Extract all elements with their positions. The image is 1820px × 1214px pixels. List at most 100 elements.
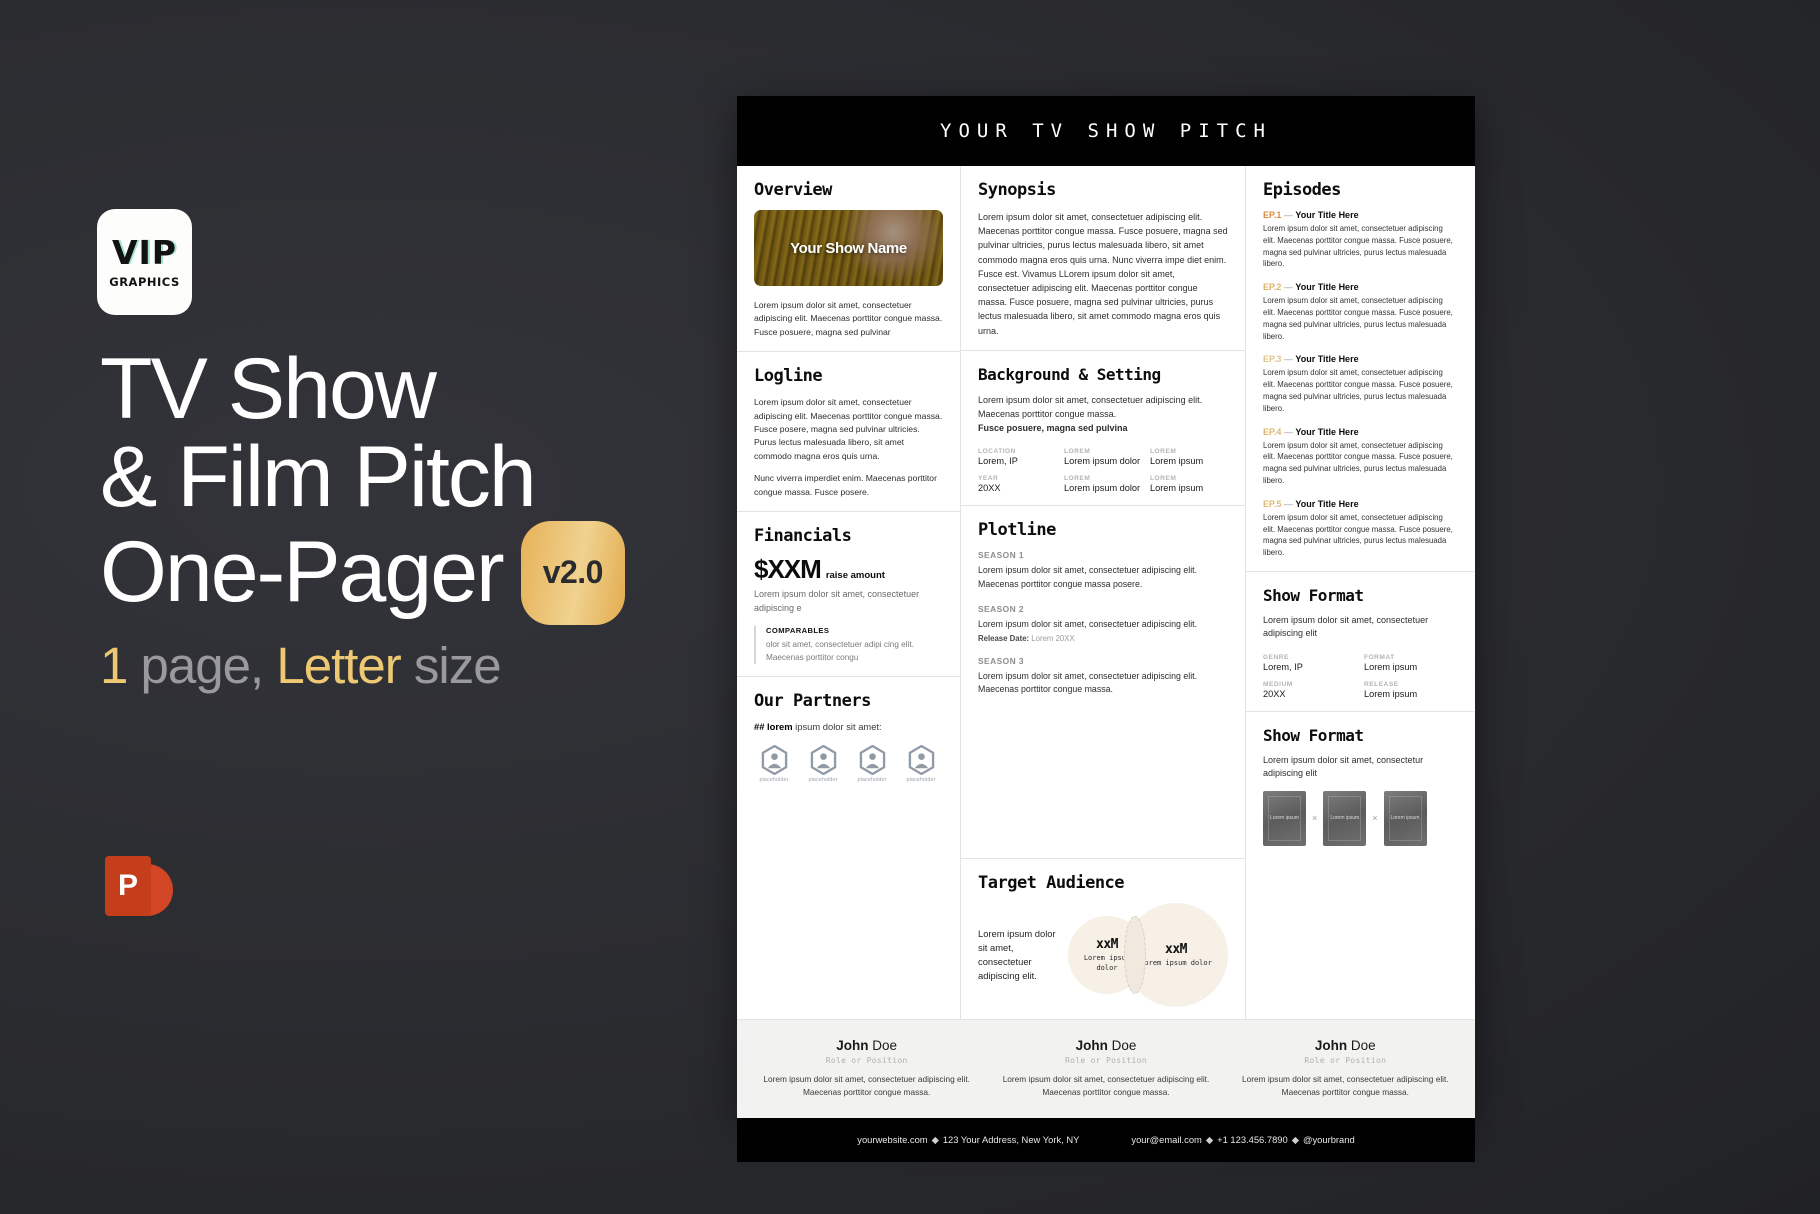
hexagon-placeholder-icon [810,745,836,776]
comparables-label: COMPARABLES [766,626,830,636]
team-member-name: John Doe [759,1038,974,1053]
season-release-label: Release Date: [978,633,1030,643]
contact-handle[interactable]: @yourbrand [1303,1134,1355,1145]
team-member-bio: Lorem ipsum dolor sit amet, consectetuer… [1242,1074,1449,1097]
document-header: YOUR TV SHOW PITCH [737,96,1475,166]
partners-heading: Our Partners [754,691,871,712]
diamond-separator-icon: ◆ [1291,1134,1299,1145]
panel-overview: Overview Your Show Name Lorem ipsum dolo… [737,166,960,351]
overview-heading: Overview [754,180,832,200]
episode-title: Your Title Here [1295,426,1359,437]
episode-title: Your Title Here [1295,498,1359,509]
episode-head: EP.2 — Your Title Here [1263,282,1457,292]
meta-item: FORMAT Lorem ipsum [1364,654,1457,672]
meta-item: YEAR 20XX [978,475,1056,493]
episode-title: Your Title Here [1295,354,1359,365]
financials-amount-note: raise amount [825,570,885,582]
logo-vip-text: VIP [111,232,177,272]
partner-item: placeholder [803,745,843,783]
poster-row: Lorem ipsum × Lorem ipsum × Lorem ipsum [1263,790,1457,846]
show-format-1-body: Lorem ipsum dolor sit amet, consectetuer… [1263,614,1429,639]
meta-key: YEAR [978,475,999,483]
show-format-1-heading: Show Format [1263,585,1364,605]
partners-subline-bold: ## lorem [754,721,793,733]
contact-email[interactable]: your@email.com [1131,1134,1201,1145]
meta-item: MEDIUM 20XX [1263,681,1356,699]
logo-graphics-text: GRAPHICS [109,274,180,289]
show-name-label: Your Show Name [790,239,907,257]
team-last-name: Doe [1347,1038,1376,1053]
season-text: Lorem ipsum dolor sit amet, consectetuer… [978,619,1198,630]
meta-item: LOREM Lorem ipsum [1150,448,1228,466]
meta-value: Lorem ipsum [1364,661,1418,672]
diamond-separator-icon: ◆ [1205,1134,1214,1145]
poster-thumbnail: Lorem ipsum [1263,790,1306,846]
promo-title: TV Show & Film Pitch One-Pager v2.0 [100,345,740,625]
meta-item: LOREM Lorem ipsum dolor [1064,475,1142,493]
background-body: Lorem ipsum dolor sit amet, consectetuer… [978,394,1203,420]
team-member-name: John Doe [998,1038,1213,1053]
meta-key: LOREM [1150,448,1177,456]
season-label: SEASON 1 [978,550,1024,561]
season-release-value: Lorem 20XX [1029,633,1075,643]
comparables-text: olor sit amet, consectetuer adipi cing e… [766,640,914,662]
venn-left-value: xxM [1096,937,1118,952]
team-member-role: Role or Position [1304,1056,1387,1065]
team-last-name: Doe [1107,1038,1137,1053]
hexagon-placeholder-icon [908,745,934,776]
logline-paragraph-2: Nunc viverra imperdiet enim. Maecenas po… [754,473,937,497]
poster-thumbnail: Lorem ipsum [1383,790,1427,846]
synopsis-body: Lorem ipsum dolor sit amet, consectetuer… [978,212,1228,336]
contact-bar: yourwebsite.com ◆ 123 Your Address, New Yo… [737,1118,1475,1162]
season-block: SEASON 2 Lorem ipsum dolor sit amet, con… [978,604,1228,642]
episode-dash: — [1283,282,1293,293]
episode-dash: — [1283,210,1293,220]
venn-right-value: xxM [1165,941,1187,957]
target-audience-content: Lorem ipsum dolor sit amet, consectetuer… [978,903,1228,1007]
episode-number: EP.5 [1263,498,1282,509]
show-format-2-heading: Show Format [1263,725,1364,745]
column-middle: Synopsis Lorem ipsum dolor sit amet, con… [961,166,1246,1019]
meta-key: LOREM [1064,475,1091,483]
diamond-separator-icon: ◆ [931,1134,939,1145]
contact-website[interactable]: yourwebsite.com [857,1134,927,1145]
team-footer: John Doe Role or Position Lorem ipsum do… [737,1019,1475,1118]
show-format-2-body: Lorem ipsum dolor sit amet, consectetur … [1263,754,1424,779]
poster-mark: Lorem ipsum [1330,815,1360,822]
logline-heading: Logline [754,366,823,387]
team-last-name: Doe [868,1038,898,1053]
season-text: Lorem ipsum dolor sit amet, consectetuer… [978,670,1198,695]
episode-head: EP.1 — Your Title Here [1263,210,1457,220]
show-format-1-meta-grid: GENRE Lorem, IP FORMAT Lorem ipsum MEDIU… [1263,654,1457,699]
version-badge: v2.0 [520,521,625,625]
season-release-date: Release Date: Lorem 20XX [978,634,1228,643]
panel-show-format-1: Show Format Lorem ipsum dolor sit amet, … [1246,570,1474,711]
meta-item: RELEASE Lorem ipsum [1364,681,1457,699]
meta-key: LOREM [1150,475,1177,483]
contact-left: yourwebsite.com ◆ 123 Your Address, New Yo… [857,1134,1079,1146]
team-first-name: John [1075,1038,1108,1053]
meta-item: LOCATION Lorem, IP [978,448,1056,466]
promo-sub-count: 1 [100,637,128,694]
meta-key: LOCATION [978,448,1016,456]
promo-title-line3: One-Pager [100,524,505,620]
partner-item: placeholder [852,745,892,783]
panel-synopsis: Synopsis Lorem ipsum dolor sit amet, con… [961,166,1245,350]
episode-text: Lorem ipsum dolor sit amet, consectetuer… [1263,440,1453,485]
poster-separator: × [1312,813,1318,824]
team-member-role: Role or Position [1065,1056,1147,1065]
meta-value: Lorem ipsum [1150,483,1204,494]
episode-text: Lorem ipsum dolor sit amet, consectetuer… [1263,512,1453,558]
comparables-block: COMPARABLES olor sit amet, consectetuer … [754,626,943,665]
partner-item: placeholder [754,745,794,783]
overview-body: Lorem ipsum dolor sit amet, consectetuer… [754,300,943,337]
episode-number: EP.2 [1263,282,1282,293]
background-heading: Background & Setting [978,364,1161,384]
partner-caption: placeholder [857,777,887,784]
contact-address: 123 Your Address, New York, NY [942,1134,1080,1145]
powerpoint-icon: P [105,856,173,922]
episode-dash: — [1283,426,1293,437]
contact-right: your@email.com ◆ +1 123.456.7890 ◆ @yourbran… [1131,1134,1354,1146]
contact-phone: +1 123.456.7890 [1217,1134,1288,1145]
team-member: John Doe Role or Position Lorem ipsum do… [747,1038,986,1098]
